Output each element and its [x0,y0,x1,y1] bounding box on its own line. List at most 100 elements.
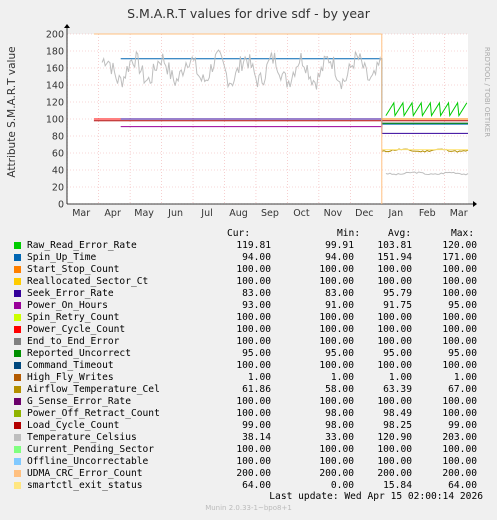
legend-swatch [14,386,21,393]
legend-label: Start_Stop_Count [27,264,120,275]
legend-label: Load_Cycle_Count [27,420,120,431]
legend-label: Airflow_Temperature_Cel [27,384,160,395]
x-tick-label: Dec [355,208,373,219]
legend-cur-value: 99.00 [242,420,271,431]
legend-label: Offline_Uncorrectable [27,456,149,467]
legend-label: Spin_Retry_Count [27,312,120,323]
legend-swatch [14,314,21,321]
legend-swatch [14,470,21,477]
legend-row: Load_Cycle_Count 99.00 98.00 98.25 99.00 [0,420,497,432]
legend-label: Seek_Error_Rate [27,288,114,299]
legend-cur-value: 100.00 [236,324,271,335]
x-tick-label: Mar [450,208,468,219]
legend-max-value: 100.00 [442,288,477,299]
legend-swatch [14,362,21,369]
legend-max-value: 67.00 [448,384,477,395]
legend-max-value: 1.00 [453,372,477,383]
x-tick-label: Mar [72,208,90,219]
legend-row: Spin_Up_Time 94.00 94.00 151.94 171.00 [0,252,497,264]
x-tick-label: Sep [261,208,279,219]
legend-label: High_Fly_Writes [27,372,114,383]
legend-cur-value: 64.00 [242,480,271,491]
legend-label: Reported_Uncorrect [27,348,131,359]
legend-label: Reallocated_Sector_Ct [27,276,149,287]
legend-max-value: 99.00 [448,420,477,431]
legend-swatch [14,422,21,429]
y-tick-label: 60 [52,149,64,160]
legend-cur-value: 100.00 [236,396,271,407]
legend-row: Raw_Read_Error_Rate 119.81 99.91 103.81 120.… [0,240,497,252]
legend-label: Raw_Read_Error_Rate [27,240,137,251]
y-tick-label: 200 [46,30,64,41]
legend-row: Power_Off_Retract_Count 100.00 98.00 98.49 1… [0,408,497,420]
legend-row: End_to_End_Error 100.00 100.00 100.00 100.00 [0,336,497,348]
legend-swatch [14,326,21,333]
y-tick-label: 0 [58,200,64,211]
legend-row: Command_Timeout 100.00 100.00 100.00 100.00 [0,360,497,372]
legend-cur-value: 94.00 [242,252,271,263]
legend-max-value: 203.00 [442,432,477,443]
x-tick-label: Jun [167,208,183,219]
legend-swatch [14,278,21,285]
legend-cur-value: 100.00 [236,312,271,323]
chart-plot: 0 20 40 60 80 100 120 140 160 180 200 Mar Apr May Jun J… [46,24,477,219]
legend-max-value: 100.00 [442,276,477,287]
legend-swatch [14,398,21,405]
legend-row: Power_Cycle_Count 100.00 100.00 100.00 100.0… [0,324,497,336]
legend-row: Power_On_Hours 93.00 91.00 91.75 95.00 [0,300,497,312]
legend-swatch [14,350,21,357]
x-tick-label: Aug [229,208,248,219]
legend-swatch [14,482,21,489]
legend-row: Airflow_Temperature_Cel 61.86 58.00 63.39 67… [0,384,497,396]
legend-max-value: 100.00 [442,360,477,371]
legend-max-value: 200.00 [442,468,477,479]
legend-max-value: 100.00 [442,312,477,323]
legend-swatch [14,374,21,381]
legend-swatch [14,458,21,465]
legend-max-value: 95.00 [448,348,477,359]
legend-swatch [14,242,21,249]
x-tick-label: Jan [387,208,403,219]
x-tick-label: May [134,208,154,219]
legend-max-value: 100.00 [442,396,477,407]
x-axis-arrow [473,201,477,207]
y-tick-label: 140 [46,81,64,92]
legend-label: Power_On_Hours [27,300,108,311]
legend-label: Temperature_Celsius [27,432,137,443]
legend-cur-value: 1.00 [247,372,271,383]
y-tick-label: 120 [46,98,64,109]
legend-cur-value: 100.00 [236,456,271,467]
y-tick-label: 100 [46,115,64,126]
y-tick-label: 20 [52,183,64,194]
legend-row: Spin_Retry_Count 100.00 100.00 100.00 100.00 [0,312,497,324]
legend-row: Temperature_Celsius 38.14 33.00 120.90 203.0… [0,432,497,444]
legend-label: Current_Pending_Sector [27,444,155,455]
legend-cur-value: 95.00 [242,348,271,359]
legend-cur-value: 93.00 [242,300,271,311]
legend-cur-value: 100.00 [236,276,271,287]
y-tick-label: 160 [46,64,64,75]
legend-label: smartctl_exit_status [27,480,143,491]
legend-label: End_to_End_Error [27,336,120,347]
legend-label: Spin_Up_Time [27,252,97,263]
legend-swatch [14,434,21,441]
col-avg-header: Avg: [388,228,412,239]
last-update: Last update: Wed Apr 15 02:00:14 2026 [269,491,483,502]
legend-cur-value: 100.00 [236,444,271,455]
col-max-header: Max: [451,228,475,239]
legend-row: Seek_Error_Rate 83.00 83.00 95.79 100.00 [0,288,497,300]
legend-cur-value: 100.00 [236,360,271,371]
x-tick-label: Apr [104,208,121,219]
munin-version: Munin 2.0.33-1~bpo8+1 [205,504,292,512]
y-axis-arrow [64,24,70,28]
legend-swatch [14,338,21,345]
legend-row: Offline_Uncorrectable 100.00 100.00 100.00 1… [0,456,497,468]
x-tick-label: Jul [200,208,212,219]
legend-row: Reported_Uncorrect 95.00 95.00 95.00 95.00 [0,348,497,360]
legend-cur-value: 83.00 [242,288,271,299]
legend-max-value: 120.00 [442,240,477,251]
legend-label: Power_Off_Retract_Count [27,408,160,419]
legend-cur-value: 38.14 [242,432,271,443]
x-tick-label: Feb [419,208,436,219]
legend-label: Command_Timeout [27,360,114,371]
